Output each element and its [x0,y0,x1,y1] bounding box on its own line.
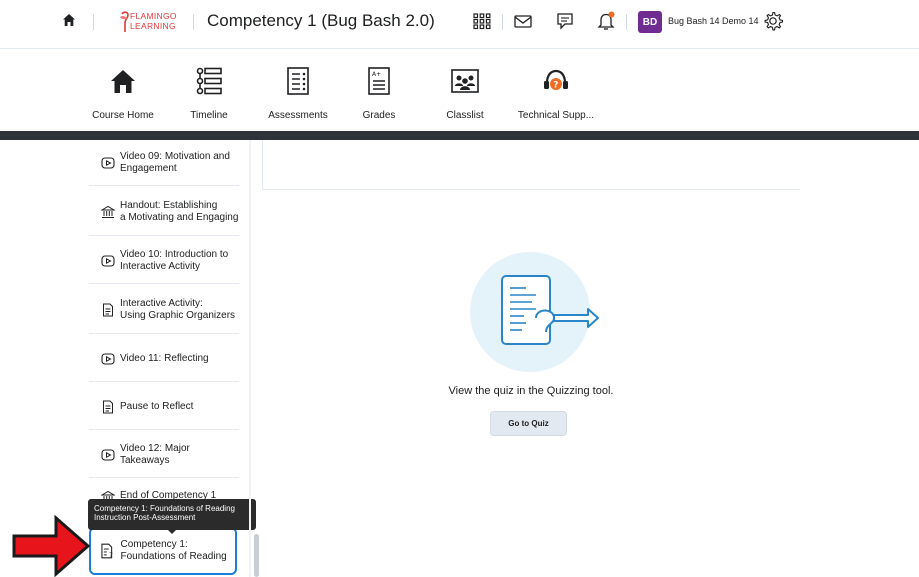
username[interactable]: Bug Bash 14 Demo 14 [668,16,759,26]
document-icon [103,303,113,316]
quiz-illustration-icon [470,252,599,372]
tooltip: Competency 1: Foundations of Reading Ins… [88,499,256,530]
assessments-icon [287,67,309,95]
course-title[interactable]: Competency 1 (Bug Bash 2.0) [207,11,435,31]
sidebar-scrollbar[interactable] [254,534,259,577]
tooltip-tail [167,529,177,534]
document-icon [103,400,113,413]
sidebar-item[interactable]: Video 11: Reflecting [89,336,239,382]
sidebar-item-label-line: a Motivating and Engaging [120,211,238,223]
gear-icon[interactable] [762,10,784,32]
nav-label: Grades [362,110,396,121]
sidebar-item-label: Interactive Activity: Using Graphic Orga… [120,298,238,322]
header-separator [193,14,194,30]
avatar[interactable]: BD [638,11,662,33]
sidebar-item-label-line: Foundations of Reading [120,551,227,562]
nav-item-technical-support[interactable]: ? Technical Supp... [517,66,595,121]
sidebar-item[interactable]: Handout: Establishing a Motivating and E… [89,188,239,236]
home-icon[interactable] [62,13,76,27]
red-arrow-annotation-icon [12,515,90,577]
video-icon [101,254,115,267]
sidebar-item[interactable]: Pause to Reflect [89,384,239,430]
chat-icon[interactable] [555,10,575,32]
navbar-border [0,131,919,140]
nav-label: Timeline [190,110,228,121]
nav-label: Technical Supp... [517,110,595,121]
sidebar-item-selected[interactable]: ? Competency 1: Foundations of Reading [89,527,237,575]
video-icon [101,156,115,169]
sidebar-item[interactable]: Interactive Activity: Using Graphic Orga… [89,286,239,334]
header-divider [0,48,919,49]
nav-label: Assessments [268,110,328,121]
nav-item-assessments[interactable]: Assessments [266,66,330,121]
header-separator [93,14,94,30]
classlist-icon [451,69,479,93]
video-icon [101,448,115,461]
app-grid-icon[interactable] [472,10,492,32]
nav-item-course-home[interactable]: Course Home [91,66,155,121]
logo-text: FLAMINGO LEARNING [130,11,177,31]
handout-icon [101,205,115,218]
sidebar-scroll-track [249,140,251,577]
header-separator [502,14,503,30]
notification-bell-icon[interactable] [596,10,616,32]
go-to-quiz-button[interactable]: Go to Quiz [490,411,567,436]
sidebar-item-label: Pause to Reflect [120,400,194,412]
sidebar-item-label-line: Interactive Activity: [120,297,203,309]
timeline-icon [196,67,222,95]
quiz-icon: ? [101,543,113,559]
mail-icon[interactable] [513,10,533,32]
quiz-message: View the quiz in the Quizzing tool. [448,385,614,397]
grades-icon: A+ [368,67,390,95]
nav-item-classlist[interactable]: Classlist [440,66,490,121]
logo-line-2: LEARNING [130,21,176,31]
sidebar-item-label-line: Competency 1: [120,539,188,550]
header-separator [626,14,627,30]
sidebar-item[interactable]: Video 10: Introduction to Interactive Ac… [89,238,239,284]
svg-text:?: ? [109,551,113,559]
logo-line-1: FLAMINGO [130,11,177,21]
home-icon [111,70,135,93]
nav-label: Course Home [92,110,154,121]
main-divider [262,140,263,190]
nav-item-grades[interactable]: A+ Grades [356,66,402,121]
sidebar-item-label: Video 09: Motivation and Engagement [120,150,230,174]
sidebar-item[interactable]: Video 12: Major Takeaways [89,432,239,478]
sidebar-item-label: Video 11: Reflecting [120,352,209,364]
sidebar-item-label: Handout: Establishing a Motivating and E… [120,200,238,224]
nav-label: Classlist [446,110,484,121]
main-header-rule [262,189,800,190]
sidebar-item-label: Competency 1: Foundations of Reading [121,539,235,563]
top-header: FLAMINGO LEARNING Competency 1 (Bug Bash… [0,0,919,44]
nav-item-timeline[interactable]: Timeline [181,66,237,121]
sidebar-item-label-line: Handout: Establishing [120,199,218,211]
svg-text:A+: A+ [372,71,381,78]
sidebar-item[interactable]: Video 09: Motivation and Engagement [89,140,239,186]
sidebar-item-label: Video 12: Major Takeaways [120,442,190,466]
sidebar-item-label-line: Using Graphic Organizers [120,309,236,321]
svg-text:?: ? [553,81,558,91]
support-icon: ? [544,69,568,91]
video-icon [101,352,115,365]
sidebar-item-label: Video 10: Introduction to Interactive Ac… [120,248,229,272]
